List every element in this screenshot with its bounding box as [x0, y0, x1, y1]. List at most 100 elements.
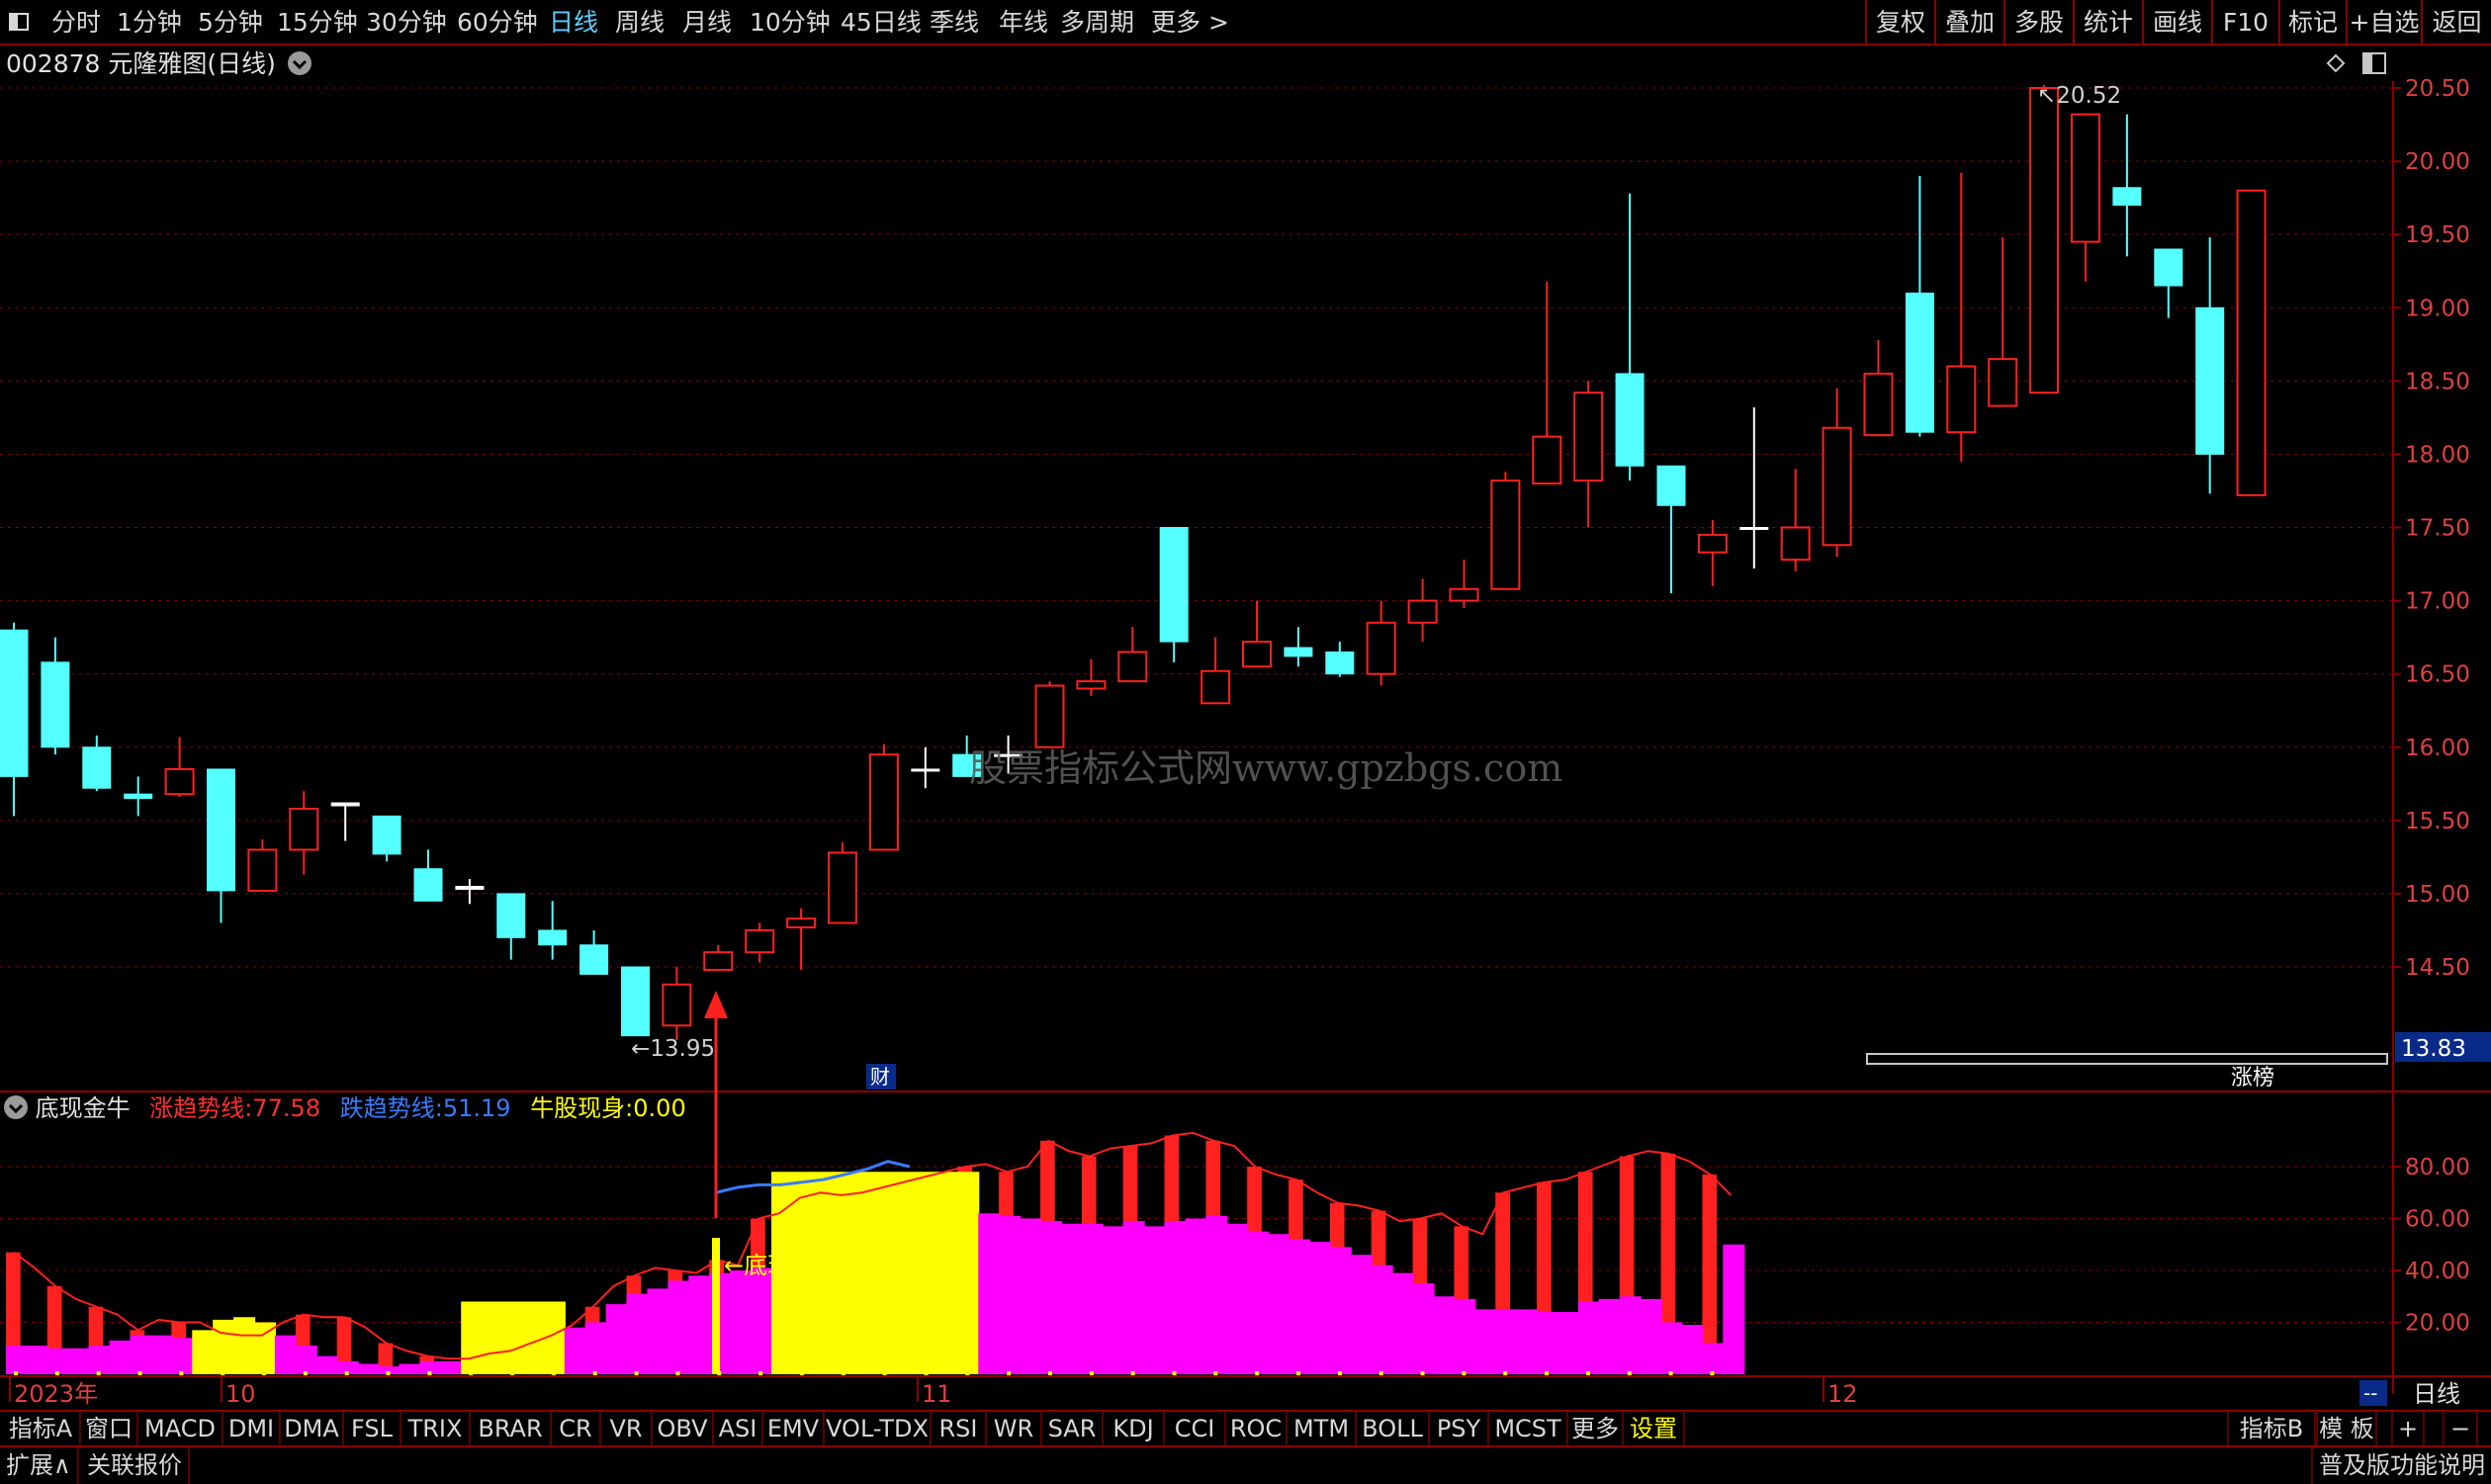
ind-area-bar-73	[1516, 1309, 1539, 1374]
indicator-tab-20[interactable]: MTM	[1288, 1412, 1357, 1445]
period-tab-6[interactable]: 日线	[549, 0, 598, 45]
baseline-dot-72	[1503, 1371, 1508, 1375]
indicator-tab-12[interactable]: EMV	[763, 1412, 825, 1445]
indicator-tab-5[interactable]: FSL	[344, 1412, 401, 1445]
period-tab-0[interactable]: 分时	[51, 0, 101, 45]
indicator-tab-7[interactable]: BRAR	[471, 1412, 552, 1445]
indicator-tab-6[interactable]: TRIX	[401, 1412, 471, 1445]
ind-area-bar-60	[1247, 1231, 1270, 1374]
baseline-dot-56	[1172, 1371, 1177, 1375]
candle-body-33	[1366, 621, 1396, 675]
signal-label: ←底现金牛	[724, 1252, 839, 1279]
indicator-tab-9[interactable]: VR	[601, 1412, 653, 1445]
candle-body-10	[413, 868, 443, 902]
candle-body-44	[1822, 426, 1852, 547]
indicator-tab-25[interactable]: 设置	[1624, 1412, 1685, 1445]
period-tab-3[interactable]: 15分钟	[277, 0, 358, 45]
baseline-dot-26	[551, 1371, 556, 1375]
baseline-dot-60	[1255, 1371, 1260, 1375]
indicator-tab-24[interactable]: 更多	[1568, 1412, 1624, 1445]
toolbar-button-0[interactable]: 复权	[1865, 0, 1934, 45]
baseline-dot-68	[1420, 1371, 1425, 1375]
candle-body-6	[247, 848, 278, 892]
indicator-tab-16[interactable]: SAR	[1042, 1412, 1104, 1445]
ind-area-bar-65	[1350, 1255, 1373, 1374]
toolbar-button-6[interactable]: 标记	[2278, 0, 2346, 45]
period-tab-13[interactable]: 多周期	[1060, 0, 1134, 45]
ind-area-bar-15	[315, 1355, 338, 1374]
indicator-tab-23[interactable]: MCST	[1489, 1412, 1568, 1445]
period-tab-14[interactable]: 更多 >	[1151, 0, 1229, 45]
cai-marker: 财	[870, 1065, 890, 1089]
candle-body-5	[207, 768, 235, 892]
ind-area-bar-52	[1081, 1223, 1104, 1374]
candle-body-34	[1407, 599, 1438, 624]
period-tab-5[interactable]: 60分钟	[457, 0, 538, 45]
period-tab-9[interactable]: 10分钟	[750, 0, 831, 45]
toolbar-button-3[interactable]: 统计	[2073, 0, 2142, 45]
period-tab-12[interactable]: 年线	[999, 0, 1048, 45]
main-panel	[0, 81, 2491, 1091]
chart-canvas: 20.50 20.00 19.50 19.00 18.50 18.00 17.50 17.00…	[0, 52, 2491, 1408]
window-icon[interactable]	[8, 0, 36, 45]
ind-area-bar-8	[171, 1338, 194, 1374]
indicator-tab-15[interactable]: WR	[987, 1412, 1042, 1445]
toolbar-button-8[interactable]: 返回	[2421, 0, 2491, 45]
ind-area-bar-77	[1598, 1298, 1621, 1374]
indicator-tab-18[interactable]: CCI	[1165, 1412, 1226, 1445]
indicator-tab-22[interactable]: PSY	[1430, 1412, 1489, 1445]
ind-area-bar-27	[564, 1327, 586, 1374]
indicator-right-button-2[interactable]: +	[2391, 1412, 2425, 1445]
indicator-tab-4[interactable]: DMA	[281, 1412, 344, 1445]
expand-button[interactable]: 扩展∧	[0, 1447, 79, 1484]
chevron-down-icon[interactable]	[4, 1095, 28, 1119]
period-tab-10[interactable]: 45日线	[841, 0, 922, 45]
indicator-right-button-3[interactable]: −	[2443, 1412, 2478, 1445]
candle-body-32	[1325, 651, 1355, 675]
indicator-tab-17[interactable]: KDJ	[1104, 1412, 1165, 1445]
period-tab-8[interactable]: 月线	[682, 0, 732, 45]
indicator-tab-0[interactable]: 指标A	[2, 1412, 81, 1445]
period-tab-4[interactable]: 30分钟	[366, 0, 447, 45]
indicator-tab-21[interactable]: BOLL	[1357, 1412, 1430, 1445]
candle-body-27	[1117, 651, 1148, 683]
baseline-dot-16	[344, 1371, 349, 1375]
toolbar-button-7[interactable]: +自选	[2346, 0, 2421, 45]
indicator-tab-13[interactable]: VOL-TDX	[825, 1412, 932, 1445]
toolbar-button-5[interactable]: F10	[2211, 0, 2278, 45]
indicator-right-button-1[interactable]: 模 板	[2316, 1412, 2377, 1445]
candle-body-49	[2029, 87, 2060, 394]
toolbar-button-4[interactable]: 画线	[2142, 0, 2211, 45]
signal-bar	[712, 1238, 720, 1374]
period-label: 日线	[2413, 1380, 2460, 1408]
feature-help-link[interactable]: 普及版功能说明	[2311, 1447, 2491, 1484]
indicator-tab-8[interactable]: CR	[552, 1412, 601, 1445]
signal-arrow-head	[704, 991, 728, 1018]
period-tab-7[interactable]: 周线	[615, 0, 665, 45]
related-quote-button[interactable]: 关联报价	[81, 1447, 190, 1484]
baseline-dot-40	[841, 1371, 845, 1375]
period-tab-1[interactable]: 1分钟	[117, 0, 182, 45]
indicator-right-button-0[interactable]: 指标B	[2227, 1412, 2316, 1445]
period-tab-2[interactable]: 5分钟	[198, 0, 263, 45]
indicator-tab-10[interactable]: OBV	[653, 1412, 714, 1445]
indicator-tab-2[interactable]: MACD	[138, 1412, 223, 1445]
ind-area-bar-9	[192, 1330, 215, 1374]
stock-title: 002878 元隆雅图(日线)	[0, 47, 311, 81]
period-tab-11[interactable]: 季线	[930, 0, 979, 45]
ind-area-bar-69	[1433, 1296, 1456, 1374]
ind-area-bar-50	[1040, 1221, 1062, 1374]
price-label-2: 19.50	[2405, 222, 2470, 248]
indicator-tab-1[interactable]: 窗口	[81, 1412, 138, 1445]
indicator-tab-11[interactable]: ASI	[714, 1412, 763, 1445]
candle-body-22	[911, 768, 940, 772]
candle-body-53	[2195, 306, 2225, 455]
indicator-tab-3[interactable]: DMI	[223, 1412, 281, 1445]
ind-area-bar-31	[647, 1288, 669, 1374]
toolbar-button-1[interactable]: 叠加	[1934, 0, 2003, 45]
toolbar-button-2[interactable]: 多股	[2003, 0, 2073, 45]
indicator-tab-19[interactable]: ROC	[1226, 1412, 1288, 1445]
indicator-tab-14[interactable]: RSI	[932, 1412, 987, 1445]
ind-label-1: 60.00	[2405, 1207, 2470, 1233]
chevron-down-icon[interactable]	[287, 51, 311, 75]
